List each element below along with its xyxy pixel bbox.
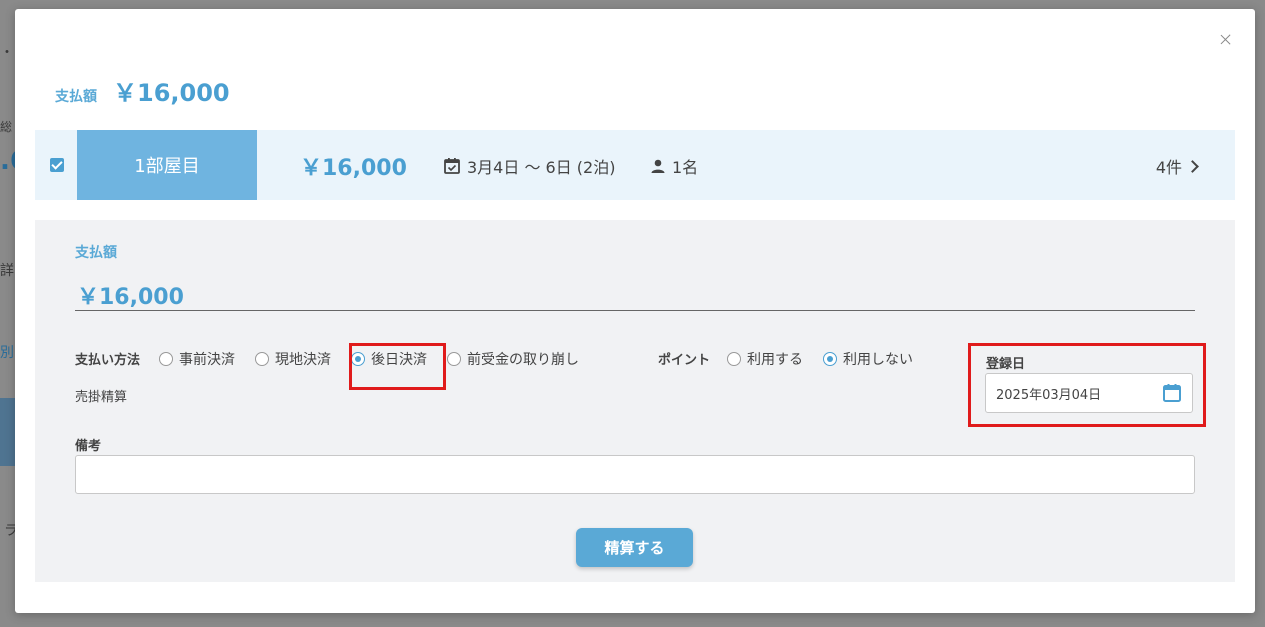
bg-fragment: ・	[0, 45, 14, 61]
person-icon	[651, 159, 665, 173]
radio-label: 現地決済	[275, 352, 331, 368]
payment-subnote: 売掛精算	[75, 390, 128, 405]
room-row[interactable]: 1部屋目 ￥16,000 3月4日 〜 6日 (2泊) 1名 4件	[35, 130, 1235, 200]
room-count-text: 4件	[1155, 158, 1182, 177]
highlight-box-deferred	[349, 343, 446, 390]
room-dates: 3月4日 〜 6日 (2泊)	[443, 154, 615, 178]
header-amount-value: ￥16,000	[113, 79, 230, 107]
points-label: ポイント	[658, 353, 711, 368]
radio-label: 利用しない	[843, 352, 913, 368]
payment-method-label: 支払い方法	[75, 353, 141, 368]
radio-icon[interactable]	[727, 352, 741, 366]
highlight-box-date	[968, 343, 1206, 427]
room-checkbox[interactable]	[50, 158, 64, 172]
radio-label: 前受金の取り崩し	[467, 352, 579, 368]
room-amount: ￥16,000	[300, 156, 407, 181]
header-amount-label: 支払額	[55, 89, 97, 105]
radio-icon[interactable]	[255, 352, 269, 366]
radio-icon[interactable]	[159, 352, 173, 366]
bg-fragment: 別	[0, 345, 14, 361]
radio-label: 事前決済	[179, 352, 235, 368]
chevron-right-icon	[1186, 159, 1199, 173]
calendar-check-icon	[444, 158, 460, 174]
radio-icon[interactable]	[447, 352, 461, 366]
submit-button[interactable]: 精算する	[576, 528, 693, 567]
panel-amount-label: 支払額	[75, 245, 117, 261]
room-guests-text: 1名	[672, 158, 699, 177]
bg-strip	[0, 398, 15, 466]
memo-label: 備考	[75, 439, 102, 454]
payment-modal: 支払額 ￥16,000 1部屋目 ￥16,000 3月4日 〜 6日 (2泊) …	[15, 9, 1255, 613]
room-guests: 1名	[650, 154, 698, 178]
header-amount: 支払額 ￥16,000	[55, 73, 230, 108]
room-count[interactable]: 4件	[1155, 154, 1199, 178]
bg-fragment: 詳	[0, 263, 14, 279]
radio-icon[interactable]	[823, 352, 837, 366]
payment-panel: 支払額 ￥16,000 支払い方法 事前決済 現地決済 後日決済 前受金の取り崩…	[35, 220, 1235, 582]
amount-underline	[75, 310, 1195, 311]
close-icon[interactable]	[1217, 31, 1235, 49]
points-option-not-use[interactable]: 利用しない	[823, 349, 913, 369]
radio-label: 利用する	[747, 352, 803, 368]
payment-option-onsite[interactable]: 現地決済	[255, 349, 331, 369]
points-option-use[interactable]: 利用する	[727, 349, 803, 369]
payment-option-deposit[interactable]: 前受金の取り崩し	[447, 349, 579, 369]
points-options: 利用する 利用しない	[727, 349, 933, 369]
room-tab[interactable]: 1部屋目	[77, 130, 257, 200]
memo-input[interactable]	[75, 455, 1195, 494]
room-dates-text: 3月4日 〜 6日 (2泊)	[467, 158, 616, 177]
bg-fragment: 総	[0, 120, 13, 134]
payment-option-advance[interactable]: 事前決済	[159, 349, 235, 369]
panel-amount-value: ￥16,000	[77, 285, 184, 310]
